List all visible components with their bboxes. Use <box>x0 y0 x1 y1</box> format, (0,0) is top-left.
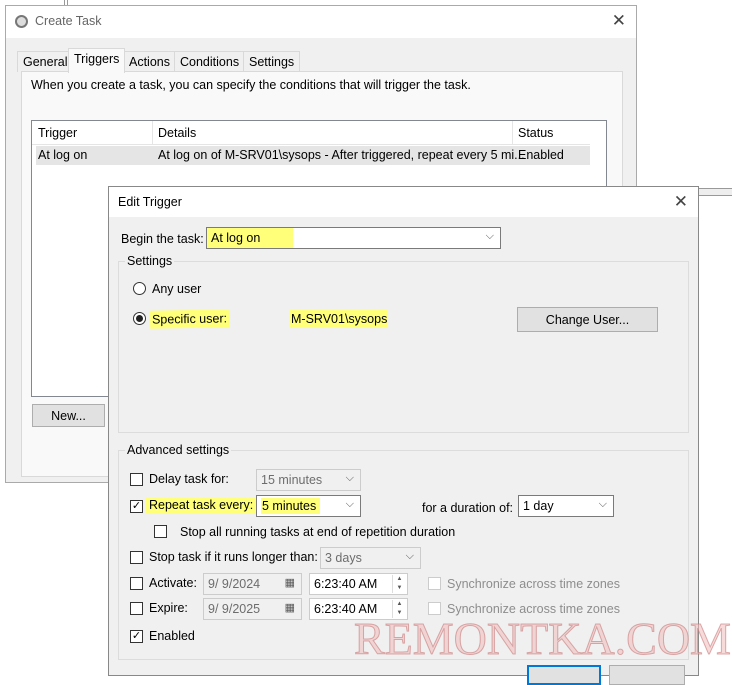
delay-label: Delay task for: <box>149 472 229 486</box>
dialog-title: Edit Trigger <box>118 195 182 209</box>
stop-longer-select[interactable]: 3 days ⌵ <box>320 547 421 569</box>
tab-general[interactable]: General <box>17 51 74 72</box>
activate-sync-checkbox[interactable] <box>428 577 441 590</box>
new-trigger-button[interactable]: New... <box>32 404 105 427</box>
stop-all-checkbox[interactable] <box>154 525 167 538</box>
expire-date-picker[interactable]: 9/ 9/2025 ▦ <box>203 598 302 620</box>
stop-longer-checkbox[interactable] <box>130 551 143 564</box>
repeat-label: Repeat task every: <box>146 497 257 513</box>
chevron-down-icon: ⌵ <box>345 472 354 484</box>
begin-task-label: Begin the task: <box>121 232 204 246</box>
change-user-button[interactable]: Change User... <box>517 307 658 332</box>
advanced-settings-label: Advanced settings <box>125 443 232 457</box>
chevron-down-icon: ⌵ <box>485 230 494 242</box>
column-status[interactable]: Status <box>518 126 553 140</box>
enabled-checkbox[interactable]: ✓ <box>130 630 143 643</box>
any-user-label: Any user <box>152 282 202 296</box>
expire-label: Expire: <box>149 601 188 615</box>
settings-group: Settings <box>118 254 689 433</box>
stop-all-label: Stop all running tasks at end of repetit… <box>180 525 456 539</box>
duration-value: 1 day <box>523 499 554 513</box>
watermark: REMONTKA.COM <box>354 613 732 665</box>
duration-select[interactable]: 1 day ⌵ <box>518 495 614 517</box>
user-value: M-SRV01\sysops <box>290 310 389 328</box>
duration-label: for a duration of: <box>422 501 514 515</box>
delay-value: 15 minutes <box>261 473 323 487</box>
chevron-down-icon: ⌵ <box>345 498 354 510</box>
any-user-radio[interactable] <box>133 282 146 295</box>
close-icon[interactable]: ✕ <box>674 192 688 212</box>
repeat-checkbox[interactable]: ✓ <box>130 500 143 513</box>
begin-task-value: At log on <box>207 228 293 248</box>
spinner-icon[interactable]: ▲ ▼ <box>392 575 406 593</box>
close-icon[interactable]: ✕ <box>612 11 626 31</box>
stop-longer-label: Stop task if it runs longer than: <box>149 550 318 564</box>
tab-conditions[interactable]: Conditions <box>174 51 246 72</box>
activate-date-picker[interactable]: 9/ 9/2024 ▦ <box>203 573 302 595</box>
activate-label: Activate: <box>149 576 197 590</box>
triggers-description: When you create a task, you can specify … <box>31 78 471 92</box>
delay-checkbox[interactable] <box>130 473 143 486</box>
enabled-label: Enabled <box>149 629 195 643</box>
begin-task-select[interactable]: At log on ⌵ <box>206 227 501 249</box>
title-bar: Create Task ✕ <box>6 6 636 38</box>
row-trigger: At log on <box>38 148 88 162</box>
background-window-edge <box>698 188 732 196</box>
delay-select[interactable]: 15 minutes ⌵ <box>256 469 361 491</box>
calendar-icon: ▦ <box>284 577 295 589</box>
calendar-icon: ▦ <box>284 602 295 614</box>
tab-actions[interactable]: Actions <box>123 51 176 72</box>
row-details: At log on of M-SRV01\sysops - After trig… <box>158 148 525 162</box>
window-title: Create Task <box>35 14 102 28</box>
table-row[interactable]: At log on At log on of M-SRV01\sysops - … <box>36 146 590 165</box>
chevron-down-icon: ⌵ <box>598 498 607 510</box>
list-header: Trigger Details Status <box>32 121 590 145</box>
specific-user-label: Specific user: <box>149 309 230 329</box>
specific-user-radio[interactable] <box>133 312 146 325</box>
clock-icon <box>15 15 28 28</box>
chevron-down-icon: ⌵ <box>405 550 414 562</box>
repeat-value: 5 minutes <box>261 498 321 514</box>
settings-label: Settings <box>125 254 175 268</box>
title-bar: Edit Trigger ✕ <box>109 187 698 217</box>
column-trigger[interactable]: Trigger <box>38 126 77 140</box>
expire-date: 9/ 9/2025 <box>208 602 261 616</box>
column-details[interactable]: Details <box>158 126 196 140</box>
ok-button[interactable] <box>527 665 601 685</box>
activate-checkbox[interactable] <box>130 577 143 590</box>
stop-longer-value: 3 days <box>325 551 362 565</box>
tab-triggers[interactable]: Triggers <box>68 48 126 73</box>
activate-date: 9/ 9/2024 <box>208 577 261 591</box>
activate-time: 6:23:40 AM <box>314 577 378 591</box>
repeat-select[interactable]: 5 minutes ⌵ <box>256 495 361 517</box>
expire-checkbox[interactable] <box>130 602 143 615</box>
activate-time-picker[interactable]: 6:23:40 AM ▲ ▼ <box>309 573 408 595</box>
activate-sync-label: Synchronize across time zones <box>447 577 620 591</box>
tab-settings[interactable]: Settings <box>243 51 301 72</box>
row-status: Enabled <box>518 148 564 162</box>
cancel-button[interactable] <box>609 665 685 685</box>
